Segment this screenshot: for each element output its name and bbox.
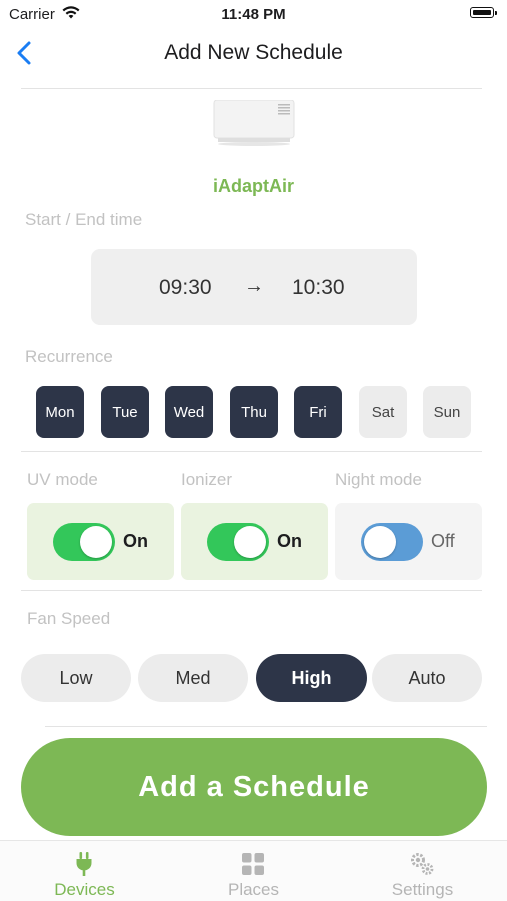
plug-icon <box>76 852 92 876</box>
day-thu-button[interactable]: Thu <box>230 386 278 438</box>
tab-settings-label: Settings <box>391 880 454 899</box>
day-tue-button[interactable]: Tue <box>101 386 149 438</box>
time-section-label: Start / End time <box>25 210 143 229</box>
night-mode-label: Night mode <box>335 470 422 489</box>
status-bar: Carrier 11:48 PM <box>0 0 507 30</box>
tab-devices-label: Devices <box>54 880 115 899</box>
ionizer-toggle[interactable] <box>207 523 269 561</box>
day-wed-button[interactable]: Wed <box>165 386 213 438</box>
nav-divider <box>21 88 482 89</box>
add-schedule-button[interactable]: Add a Schedule <box>21 738 487 836</box>
tab-places-label: Places <box>227 880 280 899</box>
arrow-right-icon: → <box>244 275 264 297</box>
ionizer-card: On <box>181 503 328 580</box>
page-title: Add New Schedule <box>164 41 343 64</box>
section-divider <box>21 451 482 452</box>
uv-mode-toggle[interactable] <box>53 523 115 561</box>
uv-mode-label: UV mode <box>27 470 98 489</box>
tab-bar: Devices Places Settings <box>0 840 507 901</box>
end-time[interactable]: 10:30 <box>292 276 345 300</box>
day-fri-button[interactable]: Fri <box>294 386 342 438</box>
fan-speed-high-button[interactable]: High <box>256 654 367 702</box>
toggle-knob <box>80 526 112 558</box>
fan-speed-label: Fan Speed <box>27 609 111 628</box>
battery-tip <box>495 11 497 15</box>
recurrence-label: Recurrence <box>25 347 113 366</box>
toggle-knob <box>364 526 396 558</box>
section-divider <box>21 590 482 591</box>
fan-speed-med-button[interactable]: Med <box>138 654 248 702</box>
night-mode-state: Off <box>431 531 455 551</box>
grid-icon <box>242 853 264 875</box>
tab-places[interactable]: Places <box>169 841 338 901</box>
day-sat-button[interactable]: Sat <box>359 386 407 438</box>
tab-devices[interactable]: Devices <box>0 841 169 901</box>
ionizer-label: Ionizer <box>181 470 233 489</box>
night-mode-card: Off <box>335 503 482 580</box>
night-mode-toggle[interactable] <box>361 523 423 561</box>
start-time[interactable]: 09:30 <box>159 276 212 300</box>
uv-mode-card: On <box>27 503 174 580</box>
day-mon-button[interactable]: Mon <box>36 386 84 438</box>
gears-icon <box>411 853 434 875</box>
air-purifier-image <box>213 100 295 146</box>
battery-icon <box>470 7 494 18</box>
fan-speed-auto-button[interactable]: Auto <box>372 654 482 702</box>
toggle-knob <box>234 526 266 558</box>
time-range-picker[interactable]: 09:30 → 10:30 <box>91 249 417 325</box>
tab-settings[interactable]: Settings <box>338 841 507 901</box>
ionizer-state: On <box>277 531 302 551</box>
device-name: iAdaptAir <box>213 176 294 196</box>
day-sun-button[interactable]: Sun <box>423 386 471 438</box>
status-time: 11:48 PM <box>221 6 286 23</box>
section-divider <box>45 726 487 727</box>
fan-speed-low-button[interactable]: Low <box>21 654 131 702</box>
uv-mode-state: On <box>123 531 148 551</box>
